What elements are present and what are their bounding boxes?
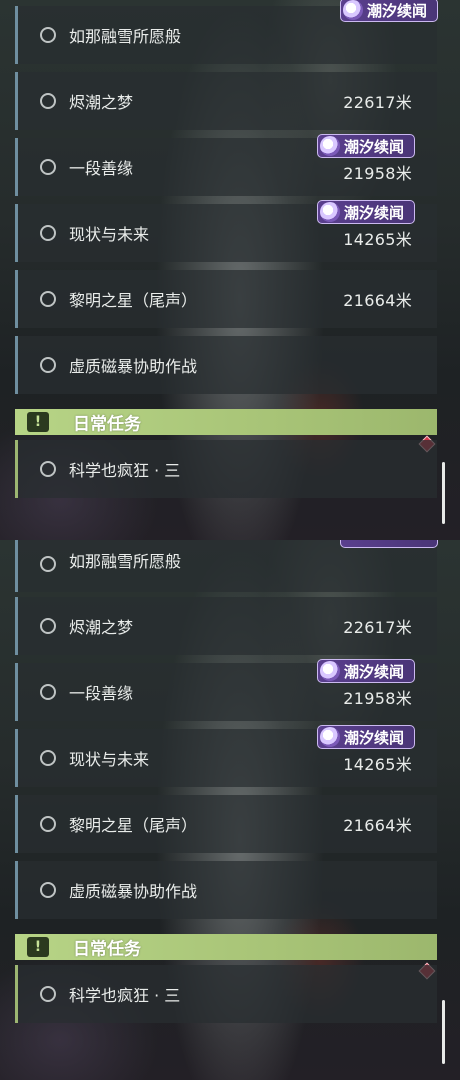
quest-radio[interactable]	[40, 750, 56, 766]
alert-icon: !	[27, 937, 49, 957]
quest-label: 现状与未来	[69, 750, 150, 769]
tidal-story-badge: 潮汐续闻	[340, 0, 438, 22]
quest-radio[interactable]	[40, 684, 56, 700]
quest-distance: 22617米	[343, 618, 412, 637]
quest-label: 一段善缘	[69, 684, 134, 703]
quest-row[interactable]: 一段善缘 21958米 潮汐续闻	[15, 659, 437, 721]
quest-label: 虚质磁暴协助作战	[69, 882, 198, 901]
quest-radio[interactable]	[40, 93, 56, 109]
quest-accent-bar	[15, 663, 18, 721]
quest-distance: 21958米	[343, 689, 412, 708]
quest-row[interactable]: 现状与未来 14265米 潮汐续闻	[15, 200, 437, 262]
quest-distance: 21664米	[343, 816, 412, 835]
quest-radio[interactable]	[40, 556, 56, 572]
quest-label: 现状与未来	[69, 225, 150, 244]
quest-accent-bar	[15, 729, 18, 787]
quest-distance: 22617米	[343, 93, 412, 112]
quest-distance: 14265米	[343, 755, 412, 774]
scrollbar-thumb[interactable]	[442, 462, 445, 524]
quest-accent-bar	[15, 540, 18, 592]
daily-quests-header[interactable]: ! 日常任务	[15, 409, 437, 435]
quest-label: 烬潮之梦	[69, 618, 134, 637]
badge-label: 潮汐续闻	[344, 203, 405, 222]
quest-radio[interactable]	[40, 357, 56, 373]
quest-radio[interactable]	[40, 159, 56, 175]
quest-row[interactable]: 烬潮之梦 22617米	[15, 597, 437, 655]
tidal-story-icon	[343, 0, 363, 20]
quest-label: 黎明之星（尾声）	[69, 816, 198, 835]
badge-label: 潮汐续闻	[344, 137, 405, 156]
quest-row[interactable]: 一段善缘 21958米 潮汐续闻	[15, 134, 437, 196]
quest-radio[interactable]	[40, 291, 56, 307]
quest-label: 虚质磁暴协助作战	[69, 357, 198, 376]
badge-label: 潮汐续闻	[367, 1, 428, 20]
quest-radio[interactable]	[40, 27, 56, 43]
tidal-story-icon	[320, 727, 340, 747]
quest-row[interactable]: 黎明之星（尾声） 21664米	[15, 795, 437, 853]
tidal-story-badge: 潮汐续闻	[317, 134, 415, 158]
quest-distance: 21958米	[343, 164, 412, 183]
daily-quest-row[interactable]: 科学也疯狂 · 三	[15, 965, 437, 1023]
quest-accent-bar	[15, 965, 18, 1023]
quest-accent-bar	[15, 270, 18, 328]
quest-label: 烬潮之梦	[69, 93, 134, 112]
tidal-story-badge: 潮汐续闻	[317, 200, 415, 224]
tidal-story-icon	[320, 661, 340, 681]
badge-label: 潮汐续闻	[344, 728, 405, 747]
quest-radio[interactable]	[40, 816, 56, 832]
quest-label: 如那融雪所愿般	[69, 552, 182, 571]
quest-accent-bar	[15, 795, 18, 853]
quest-distance: 21664米	[343, 291, 412, 310]
quest-row[interactable]: 虚质磁暴协助作战	[15, 336, 437, 394]
quest-accent-bar	[15, 336, 18, 394]
daily-quests-title: 日常任务	[73, 414, 141, 435]
quest-label: 科学也疯狂 · 三	[69, 986, 181, 1005]
quest-accent-bar	[15, 204, 18, 262]
quest-accent-bar	[15, 440, 18, 498]
quest-panel-top: 如那融雪所愿般 潮汐续闻 烬潮之梦 22617米 一段善缘 21958米 潮汐续…	[0, 0, 460, 540]
scrollbar-thumb[interactable]	[442, 1000, 445, 1064]
daily-quest-row[interactable]: 科学也疯狂 · 三	[15, 440, 437, 498]
quest-radio[interactable]	[40, 986, 56, 1002]
quest-row[interactable]: 烬潮之梦 22617米	[15, 72, 437, 130]
tidal-story-icon	[320, 136, 340, 156]
quest-accent-bar	[15, 597, 18, 655]
tidal-story-badge: 潮汐续闻	[317, 659, 415, 683]
quest-label: 一段善缘	[69, 159, 134, 178]
tidal-story-badge: 潮汐续闻	[317, 725, 415, 749]
tidal-story-badge	[340, 540, 438, 548]
quest-radio[interactable]	[40, 882, 56, 898]
quest-panel-bottom: 如那融雪所愿般 烬潮之梦 22617米 一段善缘 21958米 潮汐续闻 现状与…	[0, 540, 460, 1080]
quest-label: 黎明之星（尾声）	[69, 291, 198, 310]
quest-radio[interactable]	[40, 225, 56, 241]
quest-radio[interactable]	[40, 618, 56, 634]
quest-label: 科学也疯狂 · 三	[69, 461, 181, 480]
quest-accent-bar	[15, 72, 18, 130]
badge-label: 潮汐续闻	[344, 662, 405, 681]
tidal-story-icon	[320, 202, 340, 222]
quest-accent-bar	[15, 6, 18, 64]
alert-icon: !	[27, 412, 49, 432]
quest-label: 如那融雪所愿般	[69, 27, 182, 46]
quest-row[interactable]: 现状与未来 14265米 潮汐续闻	[15, 725, 437, 787]
quest-accent-bar	[15, 138, 18, 196]
quest-row[interactable]: 黎明之星（尾声） 21664米	[15, 270, 437, 328]
quest-distance: 14265米	[343, 230, 412, 249]
quest-radio[interactable]	[40, 461, 56, 477]
quest-row[interactable]: 虚质磁暴协助作战	[15, 861, 437, 919]
quest-accent-bar	[15, 861, 18, 919]
daily-quests-header[interactable]: ! 日常任务	[15, 934, 437, 960]
daily-quests-title: 日常任务	[73, 939, 141, 960]
